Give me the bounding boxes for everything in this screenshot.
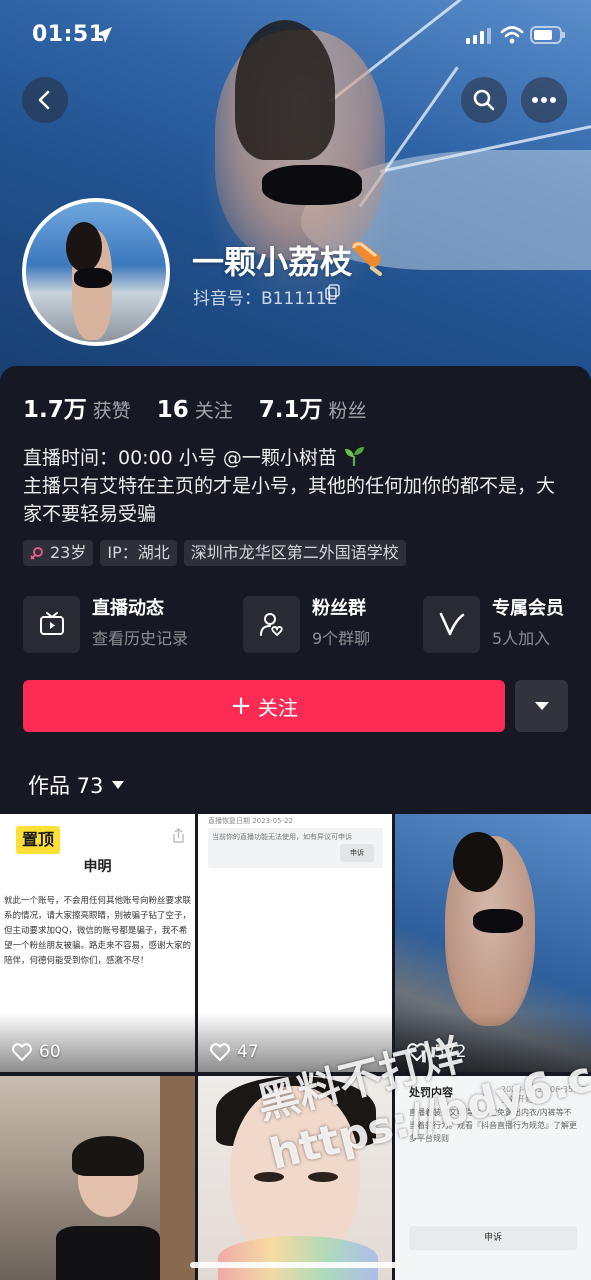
back-button[interactable]: [22, 77, 68, 123]
status-bar: 01:51: [0, 0, 591, 70]
home-indicator[interactable]: [190, 1262, 400, 1268]
stat-followers[interactable]: 7.1万 粉丝: [259, 390, 367, 424]
profile-bio: 直播时间：00:00 小号 @一颗小树苗 主播只有艾特在主页的才是小号，其他的任…: [23, 444, 563, 528]
sprout-emoji-icon: [344, 447, 364, 466]
video-thumbnail[interactable]: 置顶 申明 就此一个账号，不会用任何其他账号向粉丝要求联系的情况，请大家擦亮眼睛…: [0, 814, 195, 1072]
heart-icon: [210, 1043, 230, 1061]
tag-age: 23岁: [23, 540, 94, 566]
follow-button[interactable]: + 关注: [23, 680, 505, 732]
thumbnail-person-hair: [72, 1136, 144, 1176]
thumbnail-person-hair: [453, 832, 503, 892]
stat-following[interactable]: 16 关注: [157, 396, 233, 423]
penalty-appeal-button: 申诉: [409, 1226, 577, 1250]
feature-live-history[interactable]: 直播动态 查看历史记录: [23, 594, 188, 654]
caret-down-icon: [534, 702, 549, 710]
search-icon: [473, 89, 495, 111]
popsicle-emoji-icon: [351, 241, 382, 276]
tag-ip: IP：湖北: [100, 540, 177, 566]
cover-person-top: [262, 165, 362, 205]
recommend-dropdown-button[interactable]: [515, 680, 568, 732]
stat-label: 粉丝: [328, 400, 367, 422]
feature-icon-box: [243, 595, 300, 653]
caret-down-icon: [112, 781, 125, 789]
battery-icon: [530, 26, 565, 44]
stat-label: 关注: [194, 400, 233, 422]
share-icon: [173, 828, 184, 843]
feature-vip[interactable]: 专属会员 5人加入: [423, 594, 564, 654]
feature-text: 直播动态 查看历史记录: [92, 596, 188, 652]
thumbnail-person-top: [56, 1226, 160, 1280]
feature-text: 粉丝群 9个群聊: [312, 596, 370, 652]
video-thumbnail[interactable]: 直播恢复日期 2023-05-22 当前你的直播功能无法使用，如有异议可申诉 申…: [198, 814, 392, 1072]
search-button[interactable]: [461, 77, 507, 123]
appeal-mini-button: 申诉: [340, 844, 374, 862]
fan-group-icon: [259, 613, 283, 637]
profile-stats: 1.7万 获赞 16 关注 7.1万 粉丝: [23, 390, 393, 423]
cellular-signal-icon: [466, 28, 491, 44]
statement-title: 申明: [83, 859, 112, 875]
tv-icon: [39, 612, 64, 635]
heart-icon: [12, 1043, 32, 1061]
tab-works[interactable]: 作品 73: [28, 770, 125, 800]
location-arrow-icon: [96, 27, 112, 43]
avatar-person-top: [74, 268, 112, 288]
statement-text: 就此一个账号，不会用任何其他账号向粉丝要求联系的情况，请大家擦亮眼睛，别被骗子钻…: [4, 896, 192, 966]
stat-value: 1.7万: [23, 397, 87, 423]
video-thumbnail[interactable]: [0, 1076, 195, 1280]
feature-icon-box: [23, 595, 80, 653]
feature-title: 直播动态: [92, 598, 164, 619]
profile-nickname: 一颗小荔枝: [192, 243, 353, 281]
stat-label: 获赞: [92, 400, 131, 422]
plus-icon: +: [230, 691, 252, 721]
feature-subtitle: 5人加入: [492, 629, 551, 648]
tag-school-label: 深圳市龙华区第二外国语学校: [190, 543, 399, 562]
tag-age-label: 23岁: [50, 543, 87, 562]
avatar-person-hair: [66, 222, 102, 272]
more-dots-icon: [532, 97, 556, 103]
thumbnail-door: [160, 1076, 195, 1280]
avatar[interactable]: [22, 198, 170, 346]
douyin-id: 抖音号：B11111L: [193, 289, 337, 309]
feature-fan-group[interactable]: 粉丝群 9个群聊: [243, 594, 370, 654]
feature-text: 专属会员 5人加入: [492, 596, 564, 652]
pinned-badge: 置顶: [16, 826, 60, 854]
tag-school[interactable]: 深圳市龙华区第二外国语学校: [183, 540, 406, 566]
like-count: 47: [210, 1042, 259, 1062]
live-restore-date: 直播恢复日期 2023-05-22: [208, 817, 293, 825]
stat-likes[interactable]: 1.7万 获赞: [23, 390, 131, 424]
feature-icon-box: [423, 595, 480, 653]
chevron-left-icon: [38, 90, 50, 110]
follow-label: 关注: [257, 695, 298, 720]
thumbnail-rainbow: [218, 1236, 378, 1280]
stat-value: 16: [156, 397, 189, 423]
tag-ip-label: IP：湖北: [107, 543, 170, 562]
like-count: 60: [12, 1042, 61, 1062]
thumbnail-eye: [308, 1172, 338, 1182]
works-tab-label: 作品 73: [28, 774, 104, 798]
more-options-button[interactable]: [521, 77, 567, 123]
thumbnail-person-top: [473, 909, 523, 933]
copy-icon[interactable]: [325, 284, 341, 300]
vip-v-icon: [439, 612, 464, 636]
bio-line-2: 主播只有艾特在主页的才是小号，其他的任何加你的都不是，大家不要轻易受骗: [23, 475, 556, 525]
bio-line-1: 直播时间：00:00 小号 @一颗小树苗: [23, 447, 337, 469]
feature-title: 专属会员: [492, 598, 564, 619]
stat-value: 7.1万: [258, 397, 323, 423]
feature-entries: 直播动态 查看历史记录 粉丝群 9个群聊 专属会员 5人加入: [23, 594, 583, 654]
feature-subtitle: 查看历史记录: [92, 629, 189, 648]
feature-subtitle: 9个群聊: [312, 629, 371, 648]
wifi-icon: [500, 26, 524, 44]
female-icon: [30, 547, 43, 560]
feature-title: 粉丝群: [312, 598, 366, 619]
profile-tags: 23岁 IP：湖北 深圳市龙华区第二外国语学校: [23, 540, 413, 566]
like-count-value: 47: [237, 1042, 259, 1062]
like-count-value: 60: [39, 1042, 61, 1062]
